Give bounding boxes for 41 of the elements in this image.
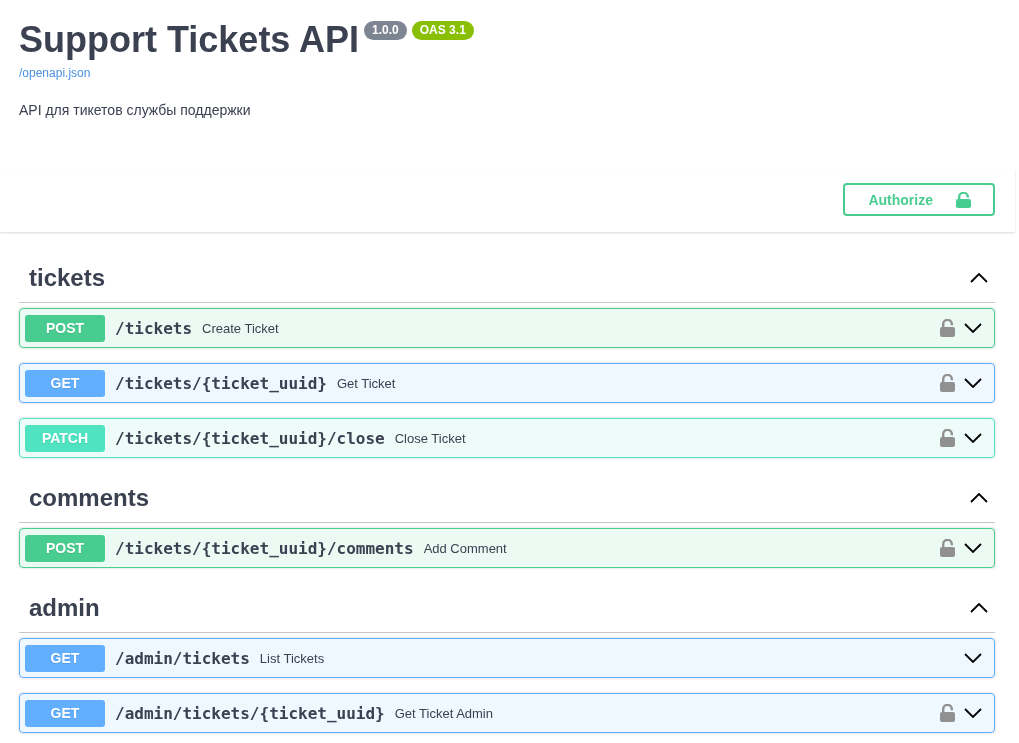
endpoint-summary: Get Ticket Admin	[394, 705, 493, 721]
chevron-down-icon[interactable]	[964, 378, 982, 388]
operation-row[interactable]: GET /tickets/{ticket_uuid} Get Ticket	[19, 363, 995, 403]
operation-row[interactable]: POST /tickets/{ticket_uuid}/comments Add Comment	[19, 528, 995, 568]
endpoint-summary: Add Comment	[423, 540, 507, 556]
endpoint-path: /tickets	[115, 318, 193, 338]
endpoint-summary: Close Ticket	[394, 430, 466, 446]
endpoint-path: /tickets/{ticket_uuid}/comments	[115, 538, 414, 558]
section-header[interactable]: tickets	[19, 253, 995, 303]
chevron-up-icon[interactable]	[970, 602, 988, 613]
api-title: Support Tickets API	[19, 18, 360, 61]
operation-row[interactable]: PATCH /tickets/{ticket_uuid}/close Close Ticket	[19, 418, 995, 458]
endpoint-summary: Create Ticket	[202, 320, 279, 336]
endpoint-path: /admin/tickets/{ticket_uuid}	[115, 703, 385, 723]
method-badge: POST	[25, 534, 105, 562]
chevron-up-icon[interactable]	[970, 272, 988, 283]
chevron-down-icon[interactable]	[964, 323, 982, 333]
padlock-icon	[956, 191, 971, 208]
operation-row[interactable]: GET /admin/tickets List Tickets	[19, 638, 995, 678]
section-header[interactable]: admin	[19, 583, 995, 633]
version-badge: 1.0.0	[364, 21, 407, 40]
operation-row[interactable]: POST /tickets Create Ticket	[19, 308, 995, 348]
chevron-down-icon[interactable]	[964, 653, 982, 663]
chevron-up-icon[interactable]	[970, 492, 988, 503]
chevron-down-icon[interactable]	[964, 433, 982, 443]
method-badge: GET	[25, 369, 105, 397]
chevron-down-icon[interactable]	[964, 543, 982, 553]
endpoint-path: /admin/tickets	[115, 648, 250, 668]
endpoint-path: /tickets/{ticket_uuid}	[115, 373, 327, 393]
section-header[interactable]: comments	[19, 473, 995, 523]
method-badge: POST	[25, 314, 105, 342]
endpoint-summary: Get Ticket	[336, 375, 396, 391]
chevron-down-icon[interactable]	[964, 708, 982, 718]
endpoint-path: /tickets/{ticket_uuid}/close	[115, 428, 385, 448]
method-badge: GET	[25, 644, 105, 672]
spec-version-badge: OAS 3.1	[411, 21, 474, 40]
operation-row[interactable]: GET /admin/tickets/{ticket_uuid} Get Ticket Admin	[19, 693, 995, 733]
endpoint-summary: List Tickets	[259, 650, 325, 666]
method-badge: GET	[25, 699, 105, 727]
api-description: API для тикетов службы поддержки	[19, 102, 252, 119]
method-badge: PATCH	[25, 424, 105, 452]
